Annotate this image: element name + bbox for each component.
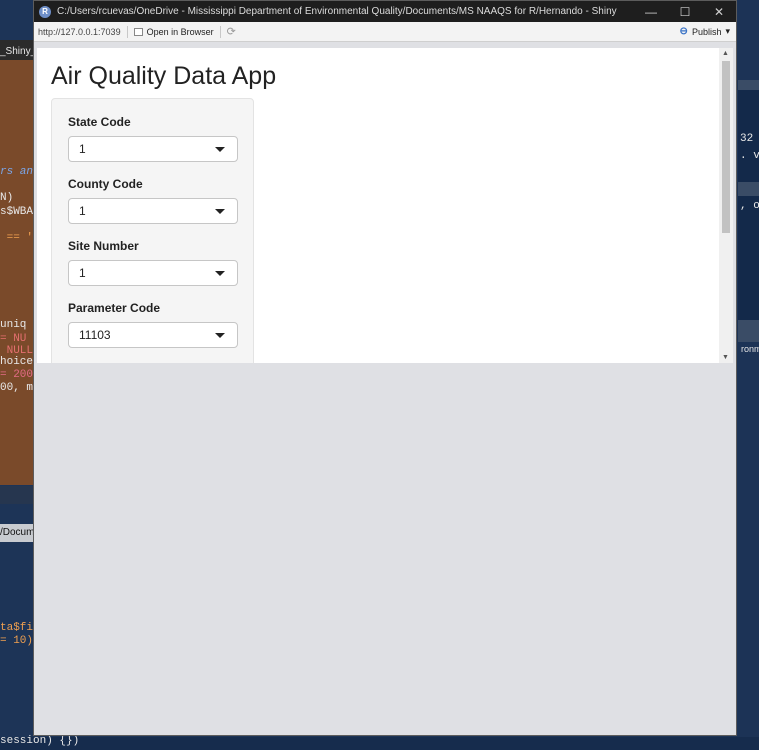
- parameter-code-value: 11103: [79, 328, 111, 342]
- maximize-button[interactable]: ☐: [668, 1, 702, 22]
- state-code-label: State Code: [68, 115, 131, 129]
- chevron-down-icon: ▾: [725, 26, 730, 36]
- publish-label: Publish: [691, 26, 722, 37]
- chevron-down-icon: [215, 209, 225, 214]
- chevron-down-icon: [215, 147, 225, 152]
- publish-icon: ⊖: [679, 26, 688, 37]
- scroll-up-icon[interactable]: ▲: [722, 50, 729, 57]
- app-viewport: Air Quality Data App State Code 1 County…: [37, 48, 733, 363]
- background-right-bar: [738, 182, 759, 196]
- state-code-select[interactable]: 1: [68, 136, 238, 162]
- background-code-line: == ': [0, 232, 34, 244]
- background-console-tab-label: /Docum: [0, 527, 35, 538]
- publish-button[interactable]: ⊖ Publish ▾: [680, 26, 730, 37]
- background-bottom-line: session) {}): [0, 735, 80, 747]
- viewer-toolbar: http://127.0.0.1:7039 Open in Browser ⟳ …: [34, 22, 736, 42]
- site-number-select[interactable]: 1: [68, 260, 238, 286]
- background-console-bar: [0, 486, 34, 504]
- state-code-value: 1: [79, 142, 86, 156]
- chevron-down-icon: [215, 271, 225, 276]
- parameter-code-label: Parameter Code: [68, 301, 161, 315]
- background-code-line: uniq: [0, 319, 27, 331]
- open-in-browser-button[interactable]: Open in Browser: [133, 26, 214, 37]
- window-controls: — ☐ ✕: [634, 1, 736, 22]
- county-code-value: 1: [79, 204, 86, 218]
- background-editor: [0, 60, 34, 485]
- background-right-line: 32: [740, 133, 754, 145]
- chevron-down-icon: [215, 333, 225, 338]
- background-code-line: 00, m: [0, 382, 34, 394]
- background-code-line: rs an: [0, 166, 34, 178]
- toolbar-separator: [126, 25, 128, 38]
- site-number-field: Site Number 1: [68, 239, 238, 286]
- county-code-field: County Code 1: [68, 177, 238, 224]
- background-code-line: = 200: [0, 369, 34, 381]
- background-right-line: . va: [740, 150, 759, 162]
- background-console-line: ta$fi: [0, 622, 34, 634]
- sidebar-panel: State Code 1 County Code 1 Site Number 1: [51, 98, 254, 363]
- scrollbar-thumb[interactable]: [722, 61, 730, 233]
- background-right-line: , o: [740, 200, 759, 212]
- state-code-field: State Code 1: [68, 115, 238, 162]
- window-title: C:/Users/rcuevas/OneDrive - Mississippi …: [57, 6, 617, 17]
- background-console-line: = 10): [0, 635, 34, 647]
- open-in-browser-icon: [133, 27, 143, 36]
- background-code-line: N): [0, 192, 14, 204]
- url-label: http://127.0.0.1:7039: [38, 26, 121, 37]
- background-bottom-bar: [0, 737, 759, 750]
- background-code-line: hoice: [0, 356, 34, 368]
- open-in-browser-label: Open in Browser: [146, 26, 214, 37]
- refresh-icon[interactable]: ⟳: [227, 25, 236, 38]
- county-code-label: County Code: [68, 177, 143, 191]
- minimize-button[interactable]: —: [634, 1, 668, 22]
- site-number-value: 1: [79, 266, 86, 280]
- parameter-code-select[interactable]: 11103: [68, 322, 238, 348]
- site-number-label: Site Number: [68, 239, 139, 253]
- r-app-icon: R: [39, 5, 51, 18]
- background-code-line: = NU: [0, 333, 27, 345]
- close-button[interactable]: ✕: [702, 1, 736, 22]
- county-code-select[interactable]: 1: [68, 198, 238, 224]
- toolbar-separator: [219, 25, 221, 38]
- background-right-toolbar: [738, 320, 759, 342]
- background-code-line: s$WBA: [0, 206, 34, 218]
- parameter-code-field: Parameter Code 11103: [68, 301, 238, 348]
- window-titlebar[interactable]: R C:/Users/rcuevas/OneDrive - Mississipp…: [34, 1, 736, 22]
- vertical-scrollbar[interactable]: ▲ ▼: [719, 48, 733, 363]
- shiny-viewer-window: R C:/Users/rcuevas/OneDrive - Mississipp…: [33, 0, 737, 736]
- scroll-down-icon[interactable]: ▼: [722, 354, 729, 361]
- page-title: Air Quality Data App: [51, 62, 277, 90]
- background-right-env-label: ronm: [741, 344, 759, 354]
